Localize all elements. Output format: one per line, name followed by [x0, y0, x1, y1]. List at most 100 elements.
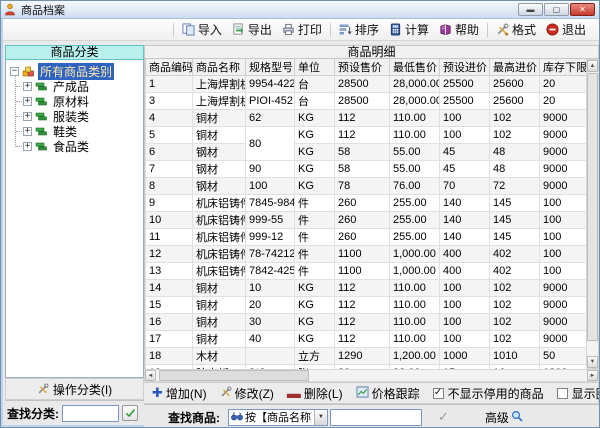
close-button[interactable]: ✕ [570, 3, 595, 16]
sidebar-item-finished-goods[interactable]: + 产成品 [6, 79, 143, 94]
cell-maxBuy[interactable]: 102 [490, 331, 540, 348]
add-button[interactable]: ✚ 增加(N) [152, 385, 207, 402]
cell-spec[interactable]: 9954-4224 [246, 76, 295, 93]
cell-name[interactable]: 机床铝铸件 [193, 263, 246, 280]
sidebar-item-shoes[interactable]: + 鞋类 [6, 124, 143, 139]
cell-minSell[interactable]: 110.00 [390, 127, 440, 144]
cell-buy[interactable]: 45 [440, 161, 490, 178]
cell-buy[interactable]: 100 [440, 280, 490, 297]
cell-spec[interactable]: PIOI-452 [246, 93, 295, 110]
vertical-scroll-thumb[interactable] [587, 73, 598, 341]
cell-lower[interactable]: 20 [540, 93, 587, 110]
cell-spec[interactable]: 30 [246, 314, 295, 331]
cell-buy[interactable]: 140 [440, 212, 490, 229]
table-row[interactable]: 9机床铝铸件7845-984/541件260255.00140145100 [146, 195, 587, 212]
cell-sell[interactable]: 58 [335, 144, 390, 161]
cell-unit[interactable]: 件 [295, 229, 335, 246]
cell-unit[interactable]: 件 [295, 246, 335, 263]
cell-code[interactable]: 1 [146, 76, 193, 93]
cell-maxBuy[interactable]: 48 [490, 144, 540, 161]
scroll-left-button[interactable]: ◄ [145, 370, 156, 381]
cell-sell[interactable]: 112 [335, 297, 390, 314]
cell-lower[interactable]: 100 [540, 263, 587, 280]
cell-code[interactable]: 14 [146, 280, 193, 297]
cell-buy[interactable]: 100 [440, 127, 490, 144]
cell-name[interactable]: 铜材 [193, 110, 246, 127]
advanced-search-link[interactable]: 高级 [485, 409, 523, 426]
cell-lower[interactable]: 9000 [540, 144, 587, 161]
toolbar-import-button[interactable]: 导入 [177, 19, 227, 40]
cell-buy[interactable]: 25500 [440, 76, 490, 93]
table-row[interactable]: 16铜材30KG112110.001001029000 [146, 314, 587, 331]
price-track-button[interactable]: 价格跟踪 [356, 385, 420, 402]
column-header-unit[interactable]: 单位 [295, 59, 335, 76]
scroll-down-button[interactable]: ▼ [587, 356, 598, 368]
cell-minSell[interactable]: 110.00 [390, 297, 440, 314]
cell-maxBuy[interactable]: 402 [490, 263, 540, 280]
cell-unit[interactable]: KG [295, 178, 335, 195]
cell-name[interactable]: 钢材 [193, 161, 246, 178]
cell-name[interactable]: 机床铝铸件 [193, 195, 246, 212]
minimize-button[interactable]: ▬ [518, 3, 543, 16]
cell-lower[interactable]: 9000 [540, 280, 587, 297]
table-row[interactable]: 10机床铝铸件999-55件260255.00140145100 [146, 212, 587, 229]
cell-maxBuy[interactable]: 25600 [490, 76, 540, 93]
expand-icon[interactable]: + [23, 82, 32, 91]
expand-icon[interactable]: + [23, 112, 32, 121]
cell-code[interactable]: 18 [146, 348, 193, 365]
cell-spec[interactable] [246, 348, 295, 365]
cell-maxBuy[interactable]: 102 [490, 297, 540, 314]
cell-name[interactable]: 机床铝铸件 [193, 246, 246, 263]
toolbar-format-button[interactable]: 格式 [491, 19, 541, 40]
cell-sell[interactable]: 78 [335, 178, 390, 195]
cell-spec[interactable]: 40 [246, 331, 295, 348]
column-header-maxbuy[interactable]: 最高进价 [490, 59, 540, 76]
cell-spec[interactable]: 7842-425/542 [246, 263, 295, 280]
cell-buy[interactable]: 400 [440, 263, 490, 280]
cell-buy[interactable]: 140 [440, 229, 490, 246]
cell-buy[interactable]: 100 [440, 331, 490, 348]
cell-sell[interactable]: 1290 [335, 348, 390, 365]
cell-name[interactable]: 铜材 [193, 297, 246, 314]
scroll-up-button[interactable]: ▲ [587, 60, 598, 72]
cell-sell[interactable]: 28500 [335, 93, 390, 110]
cell-unit[interactable]: KG [295, 297, 335, 314]
toolbar-calc-button[interactable]: 计算 [384, 19, 434, 40]
column-header-lower[interactable]: 库存下限 [540, 59, 587, 76]
table-row[interactable]: 11机床铝铸件999-12件260255.00140145100 [146, 229, 587, 246]
cell-lower[interactable]: 9000 [540, 110, 587, 127]
edit-button[interactable]: 修改(Z) [220, 385, 274, 402]
cell-spec[interactable]: 78-742124 [246, 246, 295, 263]
cell-spec[interactable]: 80 [246, 127, 295, 161]
cell-buy[interactable]: 100 [440, 297, 490, 314]
table-row[interactable]: 8钢材100KG7876.0070729000 [146, 178, 587, 195]
cell-name[interactable]: 机床铝铸件 [193, 212, 246, 229]
cell-unit[interactable]: 件 [295, 212, 335, 229]
table-row[interactable]: 17铜材40KG112110.001001029000 [146, 331, 587, 348]
table-row[interactable]: 15铜材20KG112110.001001029000 [146, 297, 587, 314]
cell-spec[interactable]: 10 [246, 280, 295, 297]
cell-lower[interactable]: 100 [540, 212, 587, 229]
checkbox-show-image[interactable]: 显示图片 [557, 385, 600, 402]
sidebar-item-root[interactable]: − 所有商品类别 [6, 64, 143, 79]
cell-code[interactable]: 15 [146, 297, 193, 314]
cell-code[interactable]: 17 [146, 331, 193, 348]
cell-unit[interactable]: 立方 [295, 348, 335, 365]
cell-unit[interactable]: KG [295, 110, 335, 127]
cell-name[interactable]: 铜材 [193, 314, 246, 331]
cell-minSell[interactable]: 1,000.00 [390, 246, 440, 263]
cell-sell[interactable]: 1100 [335, 263, 390, 280]
cell-code[interactable]: 13 [146, 263, 193, 280]
cell-unit[interactable]: KG [295, 161, 335, 178]
cell-sell[interactable]: 112 [335, 314, 390, 331]
checkbox-icon[interactable] [557, 388, 568, 399]
cell-code[interactable]: 5 [146, 127, 193, 144]
cell-maxBuy[interactable]: 145 [490, 212, 540, 229]
chevron-down-icon[interactable]: ▼ [314, 410, 327, 425]
cell-maxBuy[interactable]: 72 [490, 178, 540, 195]
cell-minSell[interactable]: 255.00 [390, 212, 440, 229]
cell-spec[interactable]: 20 [246, 297, 295, 314]
cell-code[interactable]: 7 [146, 161, 193, 178]
cell-minSell[interactable]: 76.00 [390, 178, 440, 195]
cell-sell[interactable]: 260 [335, 195, 390, 212]
